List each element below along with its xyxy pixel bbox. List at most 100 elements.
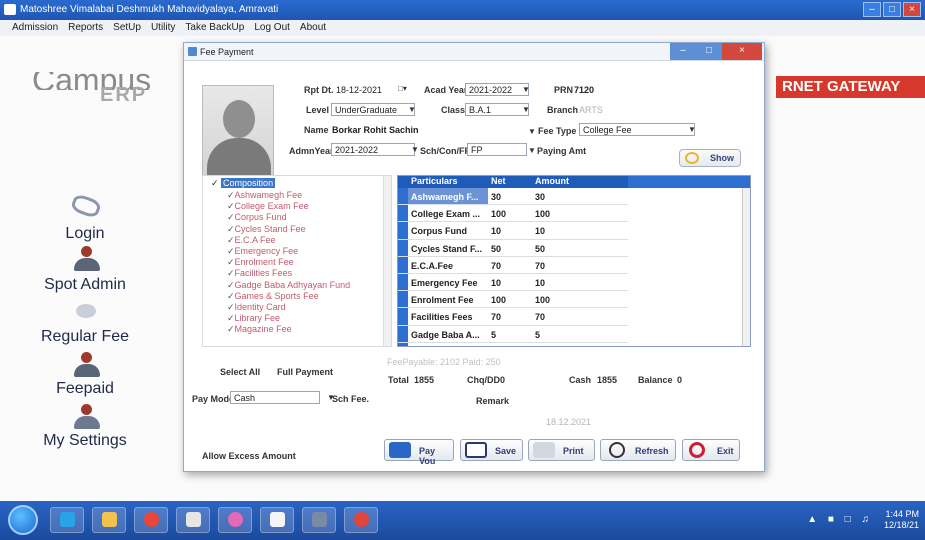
menu-admission[interactable]: Admission [12, 22, 58, 34]
table-row[interactable]: Facilities Fees 70 70 [398, 308, 628, 326]
taskbar-app-tool[interactable] [302, 507, 336, 533]
row-selector[interactable] [398, 291, 408, 308]
login-icon[interactable] [68, 191, 104, 221]
exit-button[interactable]: Exit [682, 439, 740, 461]
taskbar-app-chrome[interactable] [134, 507, 168, 533]
sidebar-item-regular-fee[interactable]: Regular Fee [0, 328, 170, 346]
menu-utility[interactable]: Utility [151, 22, 175, 34]
menu-setup[interactable]: SetUp [113, 22, 141, 34]
show-button[interactable]: Show [679, 149, 741, 167]
tree-item[interactable]: Enrolment Fee [227, 257, 350, 268]
sch-con-fp-select[interactable]: FP [467, 143, 527, 156]
tray-clock[interactable]: 1:44 PM 12/18/21 [884, 509, 919, 531]
sidebar-item-spot-admin[interactable]: Spot Admin [0, 276, 170, 294]
tree-item[interactable]: Corpus Fund [227, 212, 350, 223]
tree-root[interactable]: ✓ Composition [211, 178, 276, 189]
taskbar-app-browser[interactable] [50, 507, 84, 533]
table-row[interactable]: Games & Spor...5050 [398, 342, 628, 346]
chevron-down-icon[interactable]: ▼ [528, 127, 536, 136]
table-row[interactable]: Corpus Fund 10 10 [398, 222, 628, 240]
rpt-dt-value[interactable]: 18-12-2021 [336, 85, 382, 95]
tree-item[interactable]: Identity Card [227, 302, 350, 313]
level-select[interactable]: UnderGraduate [331, 103, 415, 116]
feepaid-icon[interactable] [68, 350, 104, 380]
minimize-button[interactable]: – [863, 2, 881, 17]
row-selector[interactable] [398, 222, 408, 239]
tree-item[interactable]: Ashwamegh Fee [227, 190, 350, 201]
row-selector[interactable] [398, 188, 408, 205]
table-row[interactable]: Cycles Stand F... 50 50 [398, 239, 628, 257]
close-button[interactable]: × [903, 2, 921, 17]
taskbar-app-text[interactable] [176, 507, 210, 533]
pay-vou-button[interactable]: Pay Vou [384, 439, 454, 466]
regular-fee-icon[interactable] [68, 298, 104, 328]
table-row[interactable]: Enrolment Fee 100 100 [398, 291, 628, 309]
dialog-minimize-button[interactable]: – [670, 43, 696, 60]
taskbar-app-notepad[interactable] [260, 507, 294, 533]
chevron-down-icon[interactable]: ▼ [411, 145, 419, 154]
tray-icons[interactable]: ▲ ■ □ ♫ [807, 514, 873, 525]
tree-item[interactable]: College Exam Fee [227, 201, 350, 212]
tree-item[interactable]: E.C.A Fee [227, 235, 350, 246]
row-selector[interactable] [398, 342, 408, 346]
table-row[interactable]: Gadge Baba A... 5 5 [398, 325, 628, 343]
allow-excess-amount-label[interactable]: Allow Excess Amount [202, 451, 296, 461]
settings-icon[interactable] [68, 402, 104, 432]
full-payment-link[interactable]: Full Payment [277, 367, 333, 377]
menu-about[interactable]: About [300, 22, 326, 34]
table-row[interactable]: E.C.A.Fee 70 70 [398, 256, 628, 274]
fee-type-select[interactable]: College Fee [579, 123, 695, 136]
chevron-down-icon[interactable]: ▼ [688, 125, 696, 134]
class-select[interactable]: B.A.1 [465, 103, 529, 116]
taskbar-app-media[interactable] [218, 507, 252, 533]
menu-take-backup[interactable]: Take BackUp [185, 22, 244, 34]
start-button[interactable] [8, 505, 38, 535]
spot-admin-icon[interactable] [68, 244, 104, 274]
column-header-particulars[interactable]: Particulars [408, 176, 488, 188]
dialog-close-button[interactable]: × [722, 43, 762, 60]
fee-grid[interactable]: Particulars Net Amount Ashwamegh F... 30 3… [397, 175, 751, 347]
table-row[interactable]: Emergency Fee 10 10 [398, 273, 628, 292]
menu-log-out[interactable]: Log Out [254, 22, 290, 34]
chevron-down-icon[interactable]: ▼ [408, 105, 416, 114]
table-row[interactable]: College Exam ... 100 100 [398, 205, 628, 223]
row-selector[interactable] [398, 273, 408, 291]
refresh-button[interactable]: Refresh [600, 439, 676, 461]
row-selector[interactable] [398, 205, 408, 222]
tree-item[interactable]: Gadge Baba Adhyayan Fund [227, 280, 351, 291]
chevron-down-icon[interactable]: ▼ [528, 146, 536, 155]
row-selector[interactable] [398, 308, 408, 325]
fee-composition-tree[interactable]: ✓ Composition Ashwamegh Fee College Exam… [202, 175, 392, 347]
menu-reports[interactable]: Reports [68, 22, 103, 34]
dialog-maximize-button[interactable]: □ [696, 43, 722, 60]
table-row[interactable]: Ashwamegh F... 30 30 [398, 188, 628, 206]
print-button[interactable]: Print [528, 439, 595, 461]
chevron-down-icon[interactable]: ▼ [522, 105, 530, 114]
column-header-amount[interactable]: Amount [532, 176, 628, 188]
acad-year-select[interactable]: 2021-2022 [465, 83, 529, 96]
sidebar-item-login[interactable]: Login [0, 225, 170, 243]
taskbar-app-folder[interactable] [92, 507, 126, 533]
calendar-icon[interactable]: □▾ [398, 84, 407, 93]
chevron-down-icon[interactable]: ▼ [522, 85, 530, 94]
taskbar-app-erp[interactable] [344, 507, 378, 533]
pay-mode-select[interactable]: Cash [230, 391, 320, 404]
tree-scrollbar[interactable] [383, 176, 391, 346]
sidebar-item-my-settings[interactable]: My Settings [0, 432, 170, 450]
grid-scrollbar[interactable] [742, 188, 750, 346]
row-selector[interactable] [398, 325, 408, 342]
row-selector[interactable] [398, 239, 408, 256]
tree-item[interactable]: Facilities Fees [227, 268, 350, 279]
admn-year-select[interactable]: 2021-2022 [331, 143, 415, 156]
select-all-link[interactable]: Select All [220, 367, 260, 377]
tree-item[interactable]: Cycles Stand Fee [227, 224, 350, 235]
tree-item[interactable]: Emergency Fee [227, 246, 350, 257]
save-button[interactable]: Save [460, 439, 523, 461]
maximize-button[interactable]: □ [883, 2, 901, 17]
tree-item[interactable]: Games & Sports Fee [227, 291, 350, 302]
column-header-net[interactable]: Net [488, 176, 532, 188]
tree-item[interactable]: Library Fee [227, 313, 350, 324]
sidebar-item-feepaid[interactable]: Feepaid [0, 380, 170, 398]
row-selector[interactable] [398, 256, 408, 273]
tree-item[interactable]: Magazine Fee [227, 324, 350, 335]
